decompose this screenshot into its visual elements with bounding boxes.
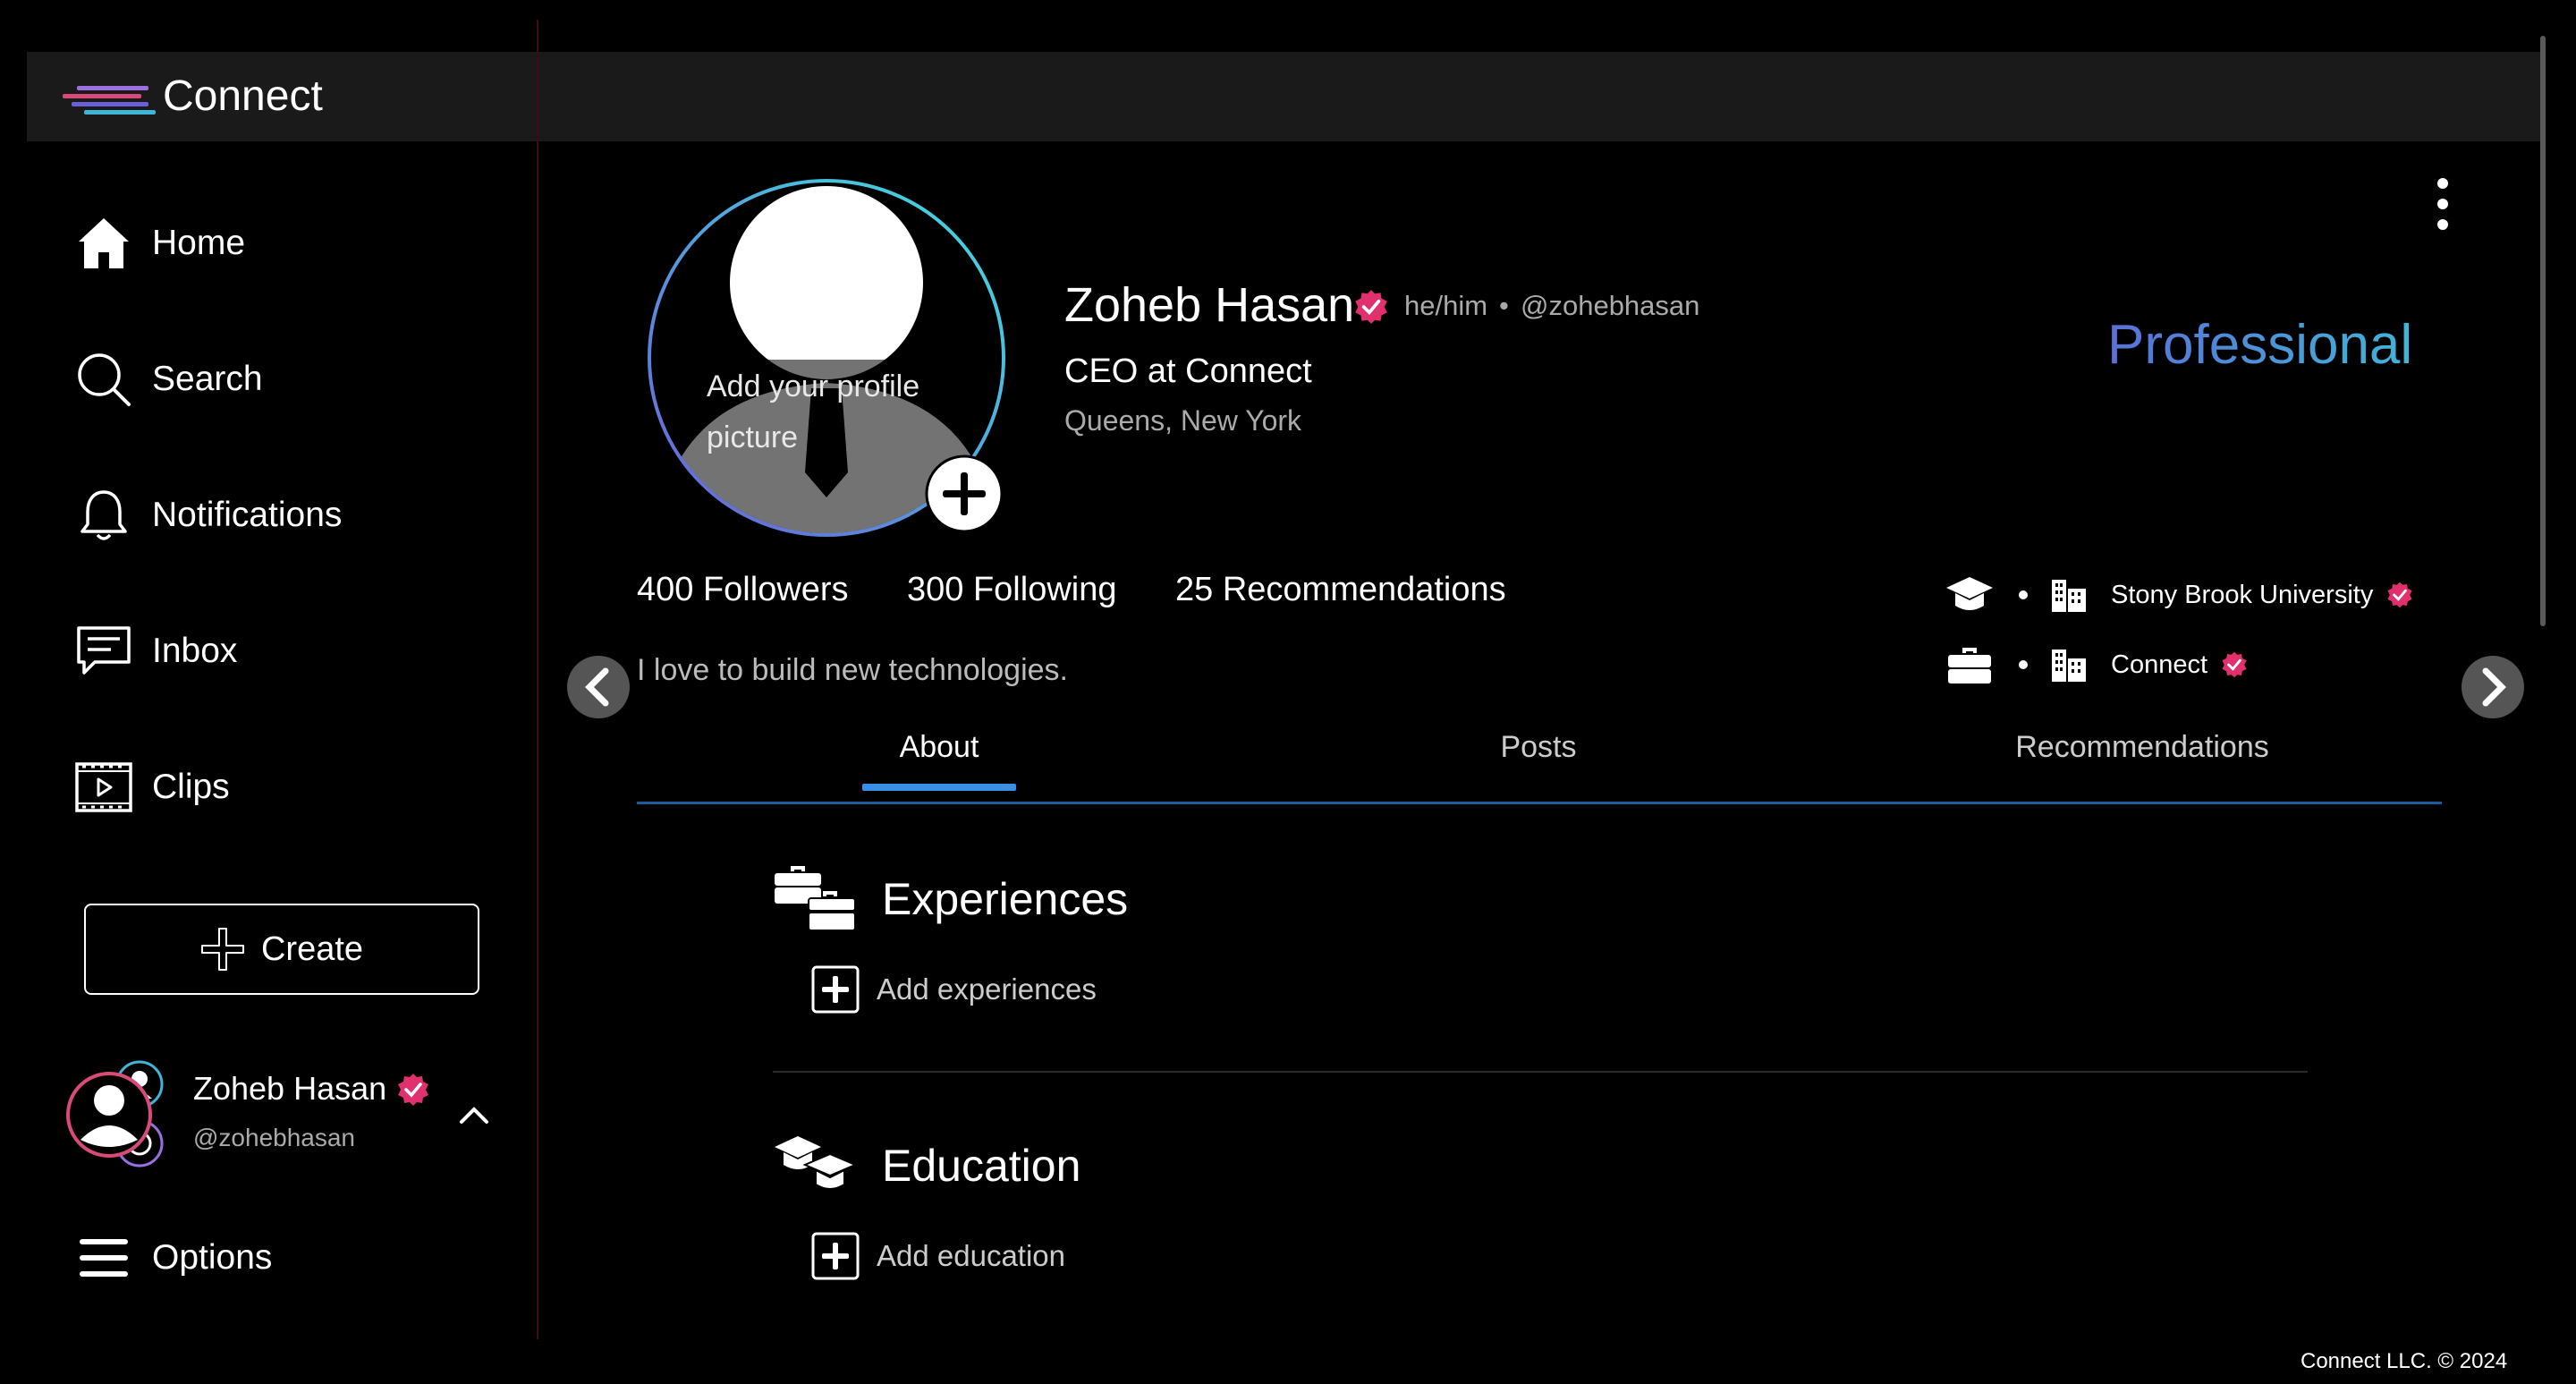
followers-count[interactable]: 400 Followers <box>637 571 849 609</box>
add-square-icon <box>811 965 860 1014</box>
search-icon <box>73 349 134 410</box>
home-icon <box>73 213 134 274</box>
add-photo-plus-icon[interactable] <box>925 454 1004 533</box>
sidebar-item-home[interactable]: Home <box>73 208 245 279</box>
affiliation-name: Stony Brook University <box>2111 580 2374 609</box>
bullet-dot <box>2019 590 2028 599</box>
bell-icon <box>73 485 134 546</box>
app-logo-text[interactable]: Connect <box>163 72 323 121</box>
carousel-next-button[interactable] <box>2462 656 2524 718</box>
options-button[interactable]: Options <box>73 1222 272 1294</box>
sidebar-item-label: Home <box>152 224 246 262</box>
affiliation-name: Connect <box>2111 650 2208 679</box>
account-switcher[interactable]: Zoheb Hasan @zohebhasan <box>64 1054 494 1170</box>
verified-badge-icon <box>1355 290 1387 324</box>
sidebar-item-label: Notifications <box>152 496 343 534</box>
tab-posts[interactable]: Posts <box>1431 730 1646 765</box>
add-square-icon <box>811 1232 860 1280</box>
sidebar-divider <box>537 20 538 1339</box>
following-count[interactable]: 300 Following <box>907 571 1116 609</box>
create-button-label: Create <box>260 930 364 968</box>
footer-copyright: Connect LLC. © 2024 <box>2301 1349 2508 1373</box>
sidebar-item-label: Search <box>152 360 263 398</box>
chat-icon <box>73 621 134 682</box>
film-icon <box>73 757 134 818</box>
profile-headline: CEO at Connect <box>1064 352 1312 390</box>
carousel-prev-button[interactable] <box>567 656 630 718</box>
active-tab-indicator <box>862 784 1016 791</box>
verified-badge-icon <box>2387 582 2412 608</box>
sidebar-item-label: Inbox <box>152 632 238 670</box>
graduation-cap-icon <box>1946 577 1993 610</box>
sidebar-item-inbox[interactable]: Inbox <box>73 616 237 687</box>
sidebar-item-clips[interactable]: Clips <box>73 751 230 823</box>
tab-recommendations[interactable]: Recommendations <box>1968 730 2317 765</box>
profile-name: Zoheb Hasan <box>1064 278 1355 332</box>
verified-badge-icon <box>2222 651 2247 678</box>
top-bar: Connect <box>27 52 2540 141</box>
options-label: Options <box>152 1238 273 1277</box>
bullet-dot <box>2019 660 2028 669</box>
profile-handle: @zohebhasan <box>1521 290 1700 321</box>
chevron-up-icon[interactable] <box>456 1100 492 1127</box>
tab-about[interactable]: About <box>862 730 1016 765</box>
pronouns: he/him <box>1404 290 1488 321</box>
education-heading: Education <box>882 1141 1081 1191</box>
add-experiences-button[interactable]: Add experiences <box>810 964 1097 1015</box>
building-icon <box>2052 650 2086 682</box>
logo-icon <box>63 86 156 115</box>
create-button[interactable]: Create <box>84 904 479 995</box>
account-name: Zoheb Hasan <box>193 1070 387 1107</box>
add-profile-picture-prompt: Add your profile picture <box>707 369 920 454</box>
section-divider <box>773 1071 2308 1073</box>
plus-icon <box>200 928 244 971</box>
scrollbar[interactable] <box>2540 36 2546 626</box>
sidebar-item-label: Clips <box>152 768 230 806</box>
building-icon <box>2052 580 2086 612</box>
account-avatar-stack <box>66 1060 164 1167</box>
more-options-icon[interactable] <box>2429 175 2456 233</box>
tabs-divider <box>637 802 2442 804</box>
recommendations-count[interactable]: 25 Recommendations <box>1175 571 1506 609</box>
graduation-caps-icon <box>775 1136 858 1190</box>
affiliation-education[interactable]: Stony Brook University <box>1945 573 2414 617</box>
affiliation-work[interactable]: Connect <box>1945 642 2249 687</box>
add-experiences-label: Add experiences <box>877 972 1097 1006</box>
profile-bio: I love to build new technologies. <box>637 653 1068 687</box>
profile-location: Queens, New York <box>1064 404 1302 437</box>
chevron-right-icon <box>2482 667 2506 707</box>
add-education-label: Add education <box>877 1239 1066 1272</box>
separator-dot: • <box>1499 290 1509 321</box>
chevron-left-icon <box>585 667 609 707</box>
account-handle: @zohebhasan <box>193 1124 356 1151</box>
verified-badge-icon <box>398 1074 428 1106</box>
briefcase-icon <box>1948 648 1991 684</box>
add-education-button[interactable]: Add education <box>810 1231 1065 1281</box>
sidebar-item-search[interactable]: Search <box>73 344 263 415</box>
hamburger-menu-icon <box>73 1227 134 1288</box>
sidebar-item-notifications[interactable]: Notifications <box>73 480 342 551</box>
experiences-heading: Experiences <box>882 874 1129 924</box>
account-type-badge: Professional <box>2107 314 2413 376</box>
briefcases-icon <box>775 866 856 931</box>
profile-avatar[interactable]: Add your profile picture <box>646 177 1007 539</box>
